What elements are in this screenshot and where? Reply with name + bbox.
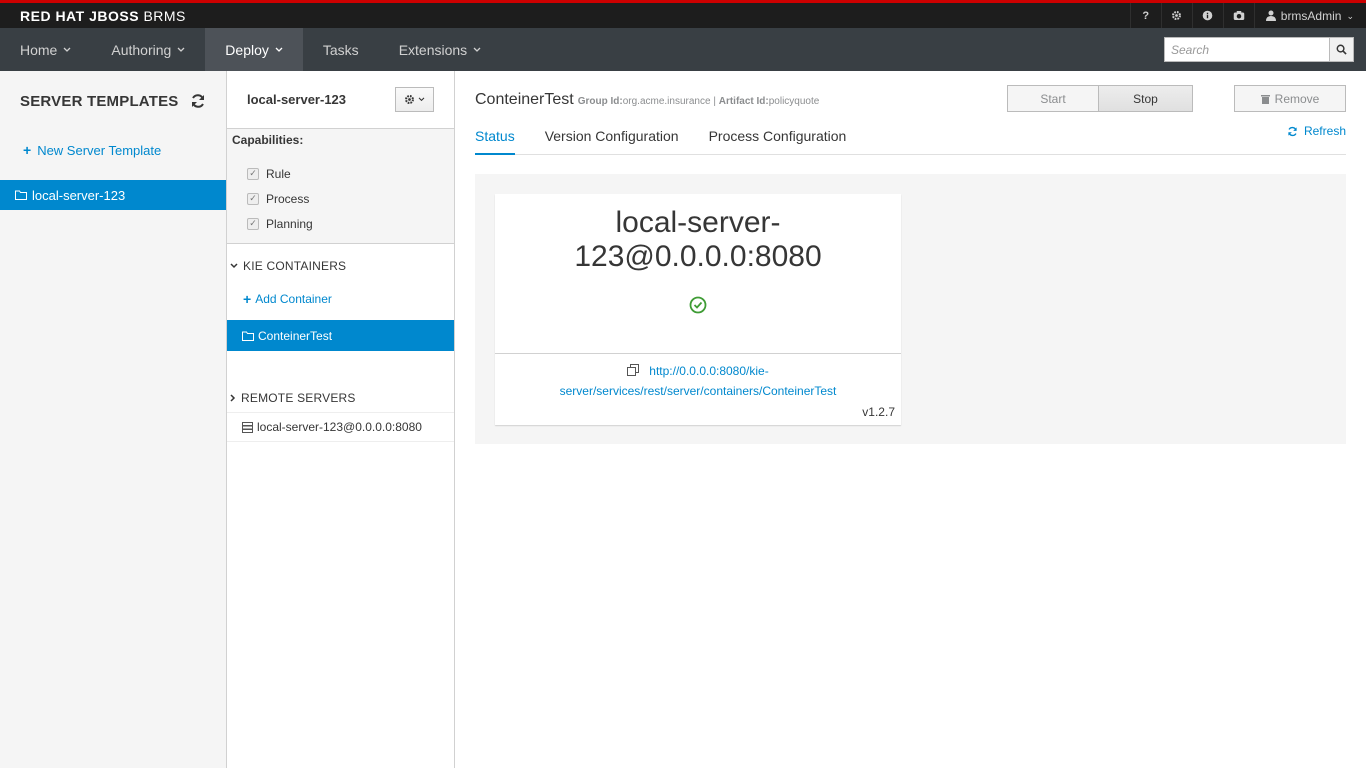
status-panel: local-server- 123@0.0.0.0:8080 http://0.… — [475, 174, 1346, 444]
nav-extensions[interactable]: Extensions — [379, 28, 501, 71]
capability-rule: ✓ Rule — [247, 161, 449, 186]
server-templates-title: SERVER TEMPLATES — [20, 92, 179, 110]
version-label: v1.2.7 — [862, 405, 895, 419]
capabilities-title: Capabilities: — [232, 133, 304, 147]
user-menu[interactable]: brmsAdmin ⌄ — [1253, 3, 1366, 28]
server-icon — [242, 421, 253, 433]
refresh-link[interactable]: Refresh — [1287, 124, 1346, 138]
container-item-selected[interactable]: ConteinerTest — [227, 320, 454, 351]
container-title: ConteinerTest — [475, 91, 574, 108]
user-name: brmsAdmin — [1280, 8, 1342, 23]
tab-process-configuration[interactable]: Process Configuration — [709, 125, 847, 155]
search-input[interactable] — [1164, 37, 1330, 62]
capabilities-section: Capabilities: ✓ Rule ✓ Process ✓ Planning — [227, 128, 454, 244]
remove-button[interactable]: Remove — [1234, 85, 1346, 112]
add-container-link[interactable]: + Add Container — [227, 289, 454, 309]
remote-servers-header[interactable]: REMOTE SERVERS — [227, 388, 454, 408]
chevron-right-icon — [230, 394, 236, 402]
capability-process: ✓ Process — [247, 186, 449, 211]
info-icon[interactable] — [1191, 3, 1223, 28]
remote-server-item[interactable]: local-server-123@0.0.0.0:8080 — [227, 412, 454, 442]
chevron-down-icon — [473, 47, 481, 52]
nav-tasks[interactable]: Tasks — [303, 28, 379, 71]
refresh-icon[interactable] — [190, 93, 206, 109]
camera-icon[interactable] — [1222, 3, 1254, 28]
nav-home[interactable]: Home — [0, 28, 91, 71]
server-address-line1: local-server- — [615, 206, 781, 239]
template-item-selected[interactable]: local-server-123 — [0, 180, 226, 210]
chevron-down-icon: ⌄ — [1346, 11, 1354, 21]
checkbox: ✓ — [247, 192, 259, 205]
nav-deploy[interactable]: Deploy — [205, 28, 303, 71]
folder-icon — [15, 190, 27, 200]
container-detail-panel: ConteinerTest Group Id:org.acme.insuranc… — [455, 71, 1366, 768]
search-button[interactable] — [1330, 37, 1354, 62]
tab-version-configuration[interactable]: Version Configuration — [545, 125, 679, 155]
nav-authoring[interactable]: Authoring — [91, 28, 205, 71]
help-icon[interactable]: ? — [1129, 3, 1161, 28]
search-icon — [1336, 44, 1347, 55]
check-circle-icon — [689, 296, 707, 314]
user-icon — [1265, 10, 1276, 21]
refresh-icon — [1288, 126, 1297, 136]
main-nav: Home Authoring Deploy Tasks Extensions — [0, 28, 1366, 71]
top-bar: RED HAT JBOSS BRMS ? brmsAdmin ⌄ — [0, 3, 1366, 28]
chevron-down-icon — [230, 263, 238, 269]
chevron-down-icon — [63, 47, 71, 52]
server-settings-button[interactable] — [395, 87, 434, 112]
server-detail-panel: local-server-123 Capabilities: ✓ Rule ✓ Pr… — [227, 71, 455, 768]
new-server-template-link[interactable]: + New Server Template — [0, 111, 226, 166]
capability-planning: ✓ Planning — [247, 211, 449, 236]
gear-icon — [405, 95, 414, 104]
container-tabs: Status Version Configuration Process Con… — [475, 125, 1346, 155]
stop-button[interactable]: Stop — [1099, 85, 1193, 112]
chevron-down-icon — [275, 47, 283, 52]
container-url-link[interactable]: http://0.0.0.0:8080/kie-server/services/… — [560, 364, 837, 398]
server-templates-panel: SERVER TEMPLATES + New Server Template l… — [0, 71, 227, 768]
kie-containers-header[interactable]: KIE CONTAINERS — [227, 256, 454, 276]
brand-logo: RED HAT JBOSS BRMS — [20, 7, 186, 24]
server-address-line2: 123@0.0.0.0:8080 — [574, 240, 822, 273]
start-button[interactable]: Start — [1007, 85, 1099, 112]
copy-icon[interactable] — [627, 364, 640, 376]
gear-icon[interactable] — [1160, 3, 1192, 28]
checkbox: ✓ — [247, 217, 259, 230]
tab-status[interactable]: Status — [475, 125, 515, 155]
chevron-down-icon — [418, 97, 425, 102]
server-name: local-server-123 — [247, 92, 347, 107]
plus-icon: + — [23, 142, 32, 158]
checkbox: ✓ — [247, 167, 259, 180]
container-meta: Group Id:org.acme.insurance | Artifact I… — [577, 96, 820, 107]
plus-icon: + — [243, 291, 252, 307]
trash-icon — [1260, 94, 1270, 104]
server-status-card: local-server- 123@0.0.0.0:8080 http://0.… — [495, 194, 901, 425]
chevron-down-icon — [177, 47, 185, 52]
folder-icon — [242, 331, 254, 341]
